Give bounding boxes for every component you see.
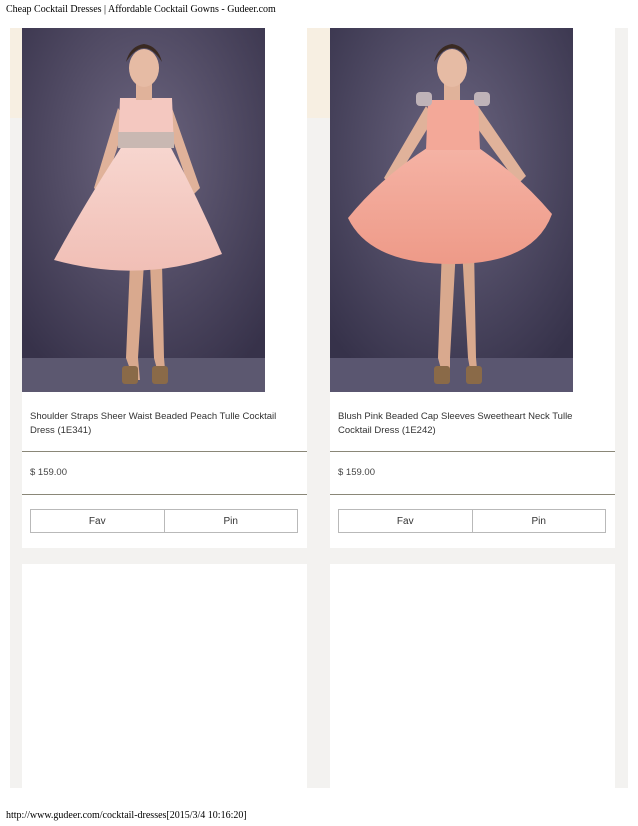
divider bbox=[22, 494, 307, 495]
decor-stripe-left bbox=[10, 28, 22, 118]
product-price: $ 159.00 bbox=[30, 467, 67, 478]
product-image[interactable] bbox=[330, 28, 573, 392]
product-card: Blush Pink Beaded Cap Sleeves Sweetheart… bbox=[330, 28, 615, 548]
fav-button[interactable]: Fav bbox=[338, 509, 473, 533]
product-card: Shoulder Straps Sheer Waist Beaded Peach… bbox=[22, 28, 307, 548]
product-image[interactable] bbox=[22, 28, 265, 392]
product-name[interactable]: Blush Pink Beaded Cap Sleeves Sweetheart… bbox=[338, 410, 603, 438]
print-page-title: Cheap Cocktail Dresses | Affordable Cock… bbox=[6, 4, 276, 15]
fav-button[interactable]: Fav bbox=[30, 509, 165, 533]
product-card-placeholder bbox=[330, 564, 615, 788]
pin-button[interactable]: Pin bbox=[472, 509, 606, 533]
page: Cheap Cocktail Dresses | Affordable Cock… bbox=[0, 0, 638, 826]
print-page-footer: http://www.gudeer.com/cocktail-dresses[2… bbox=[6, 810, 247, 821]
pin-button[interactable]: Pin bbox=[164, 509, 298, 533]
action-buttons: Fav Pin bbox=[338, 509, 606, 533]
divider bbox=[22, 451, 307, 452]
product-photo bbox=[22, 28, 265, 392]
action-buttons: Fav Pin bbox=[30, 509, 298, 533]
divider bbox=[330, 451, 615, 452]
product-card-placeholder bbox=[22, 564, 307, 788]
decor-stripe-middle bbox=[307, 28, 330, 118]
divider bbox=[330, 494, 615, 495]
product-price: $ 159.00 bbox=[338, 467, 375, 478]
product-name[interactable]: Shoulder Straps Sheer Waist Beaded Peach… bbox=[30, 410, 295, 438]
product-photo bbox=[330, 28, 573, 392]
